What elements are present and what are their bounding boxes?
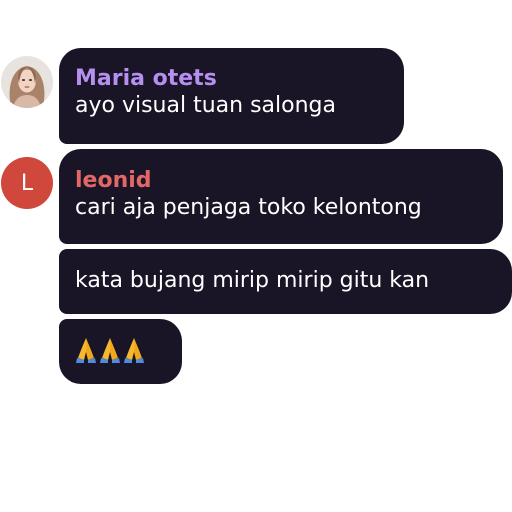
message-bubble[interactable]: [59, 319, 182, 384]
folded-hands-icon: [99, 336, 121, 364]
sender-name[interactable]: Maria otets: [75, 66, 404, 92]
message-bubble[interactable]: Maria otets ayo visual tuan salonga: [59, 48, 404, 144]
message-bubble[interactable]: kata bujang mirip mirip gitu kan: [59, 249, 512, 314]
message-text: cari aja penjaga toko kelontong: [75, 195, 422, 220]
sender-name[interactable]: leonid: [75, 168, 503, 194]
profile-photo-icon: [1, 56, 53, 108]
folded-hands-icon: [75, 336, 97, 364]
avatar-maria[interactable]: [1, 56, 53, 108]
avatar-leonid[interactable]: L: [1, 157, 53, 209]
message-text: ayo visual tuan salonga: [75, 93, 336, 118]
avatar-letter: L: [20, 170, 34, 196]
message-text: kata bujang mirip mirip gitu kan: [75, 268, 430, 293]
folded-hands-icon: [123, 336, 145, 364]
message-bubble[interactable]: leonid cari aja penjaga toko kelontong: [59, 149, 503, 244]
